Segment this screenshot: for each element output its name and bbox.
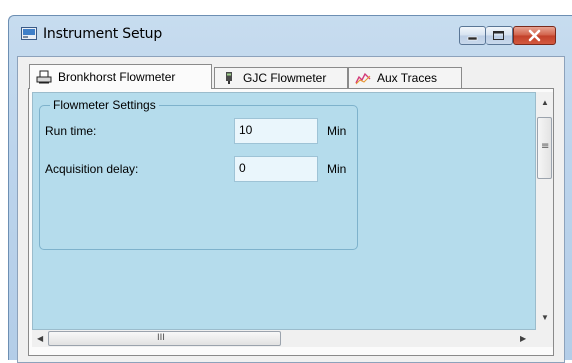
horizontal-scrollbar[interactable]: ◀ III ▶ [32,330,536,347]
vertical-thumb-grip: ≡ [541,141,550,152]
horizontal-thumb-grip: III [157,333,165,343]
scrollbar-corner [536,330,553,347]
maximize-icon [493,31,504,40]
window-frame: Instrument Setup Bronkhorst Flowmeter GJ… [8,15,572,363]
window-title: Instrument Setup [43,26,163,42]
tab-aux-traces-label: Aux Traces [377,71,438,85]
minimize-icon [467,36,478,41]
close-button[interactable] [513,26,556,45]
settings-content-area: Flowmeter Settings Run time: 10 Min Acqu… [32,92,536,330]
tab-aux-traces[interactable]: Aux Traces [348,67,462,88]
group-title: Flowmeter Settings [50,98,159,112]
tab-panel: Flowmeter Settings Run time: 10 Min Acqu… [28,88,554,356]
minimize-button[interactable] [459,26,486,45]
scroll-down-arrow-icon[interactable]: ▼ [541,313,549,323]
horizontal-scroll-thumb[interactable]: III [48,331,281,346]
tab-gjc-flowmeter[interactable]: GJC Flowmeter [214,67,348,88]
flowmeter-settings-group: Flowmeter Settings Run time: 10 Min Acqu… [39,98,358,250]
run-time-label: Run time: [45,124,97,138]
acquisition-delay-unit: Min [327,162,347,176]
vertical-scrollbar[interactable]: ▲ ≡ ▼ [536,92,553,330]
close-icon [528,29,541,42]
acquisition-delay-label: Acquisition delay: [45,162,139,176]
vertical-scroll-thumb[interactable]: ≡ [537,117,552,179]
tab-bronkhorst-flowmeter[interactable]: Bronkhorst Flowmeter [29,64,212,89]
printer-icon [36,70,52,84]
scroll-left-arrow-icon[interactable]: ◀ [37,334,43,344]
chart-trace-icon [355,72,371,85]
acquisition-delay-input[interactable]: 0 [234,156,318,182]
scroll-right-arrow-icon[interactable]: ▶ [520,334,526,344]
tab-bronkhorst-flowmeter-label: Bronkhorst Flowmeter [58,70,176,84]
tab-gjc-flowmeter-label: GJC Flowmeter [243,71,327,85]
maximize-button[interactable] [486,26,513,45]
run-time-input[interactable]: 10 [234,118,318,144]
device-icon [226,72,232,84]
window-app-icon [21,27,37,40]
scroll-up-arrow-icon[interactable]: ▲ [541,98,549,108]
run-time-unit: Min [327,124,347,138]
dialog-client-area: Bronkhorst Flowmeter GJC Flowmeter Aux T… [17,56,565,363]
